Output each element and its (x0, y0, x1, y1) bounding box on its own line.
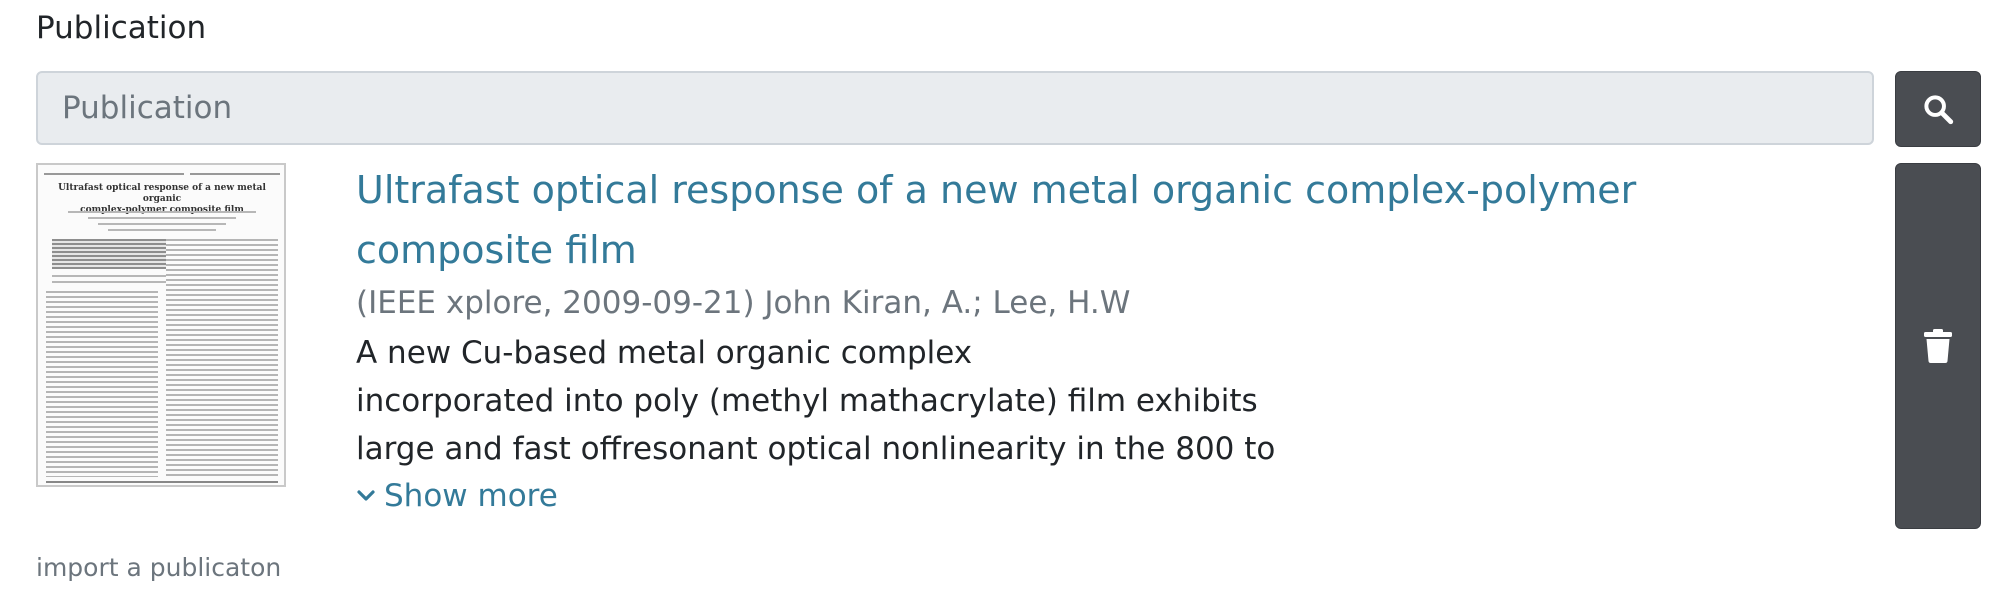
show-more-link[interactable]: Show more (356, 478, 558, 514)
abstract-line: large and fast offresonant optical nonli… (356, 431, 1276, 467)
publication-abstract: A new Cu-based metal organic complex inc… (356, 329, 1506, 473)
search-icon (1924, 95, 1954, 125)
publication-search-input[interactable] (36, 71, 1874, 145)
publication-thumbnail: Ultrafast optical response of a new meta… (36, 163, 286, 487)
show-more-label: Show more (384, 478, 558, 514)
publication-meta: (IEEE xplore, 2009-09-21) John Kiran, A.… (356, 285, 1131, 321)
abstract-line: incorporated into poly (methyl mathacryl… (356, 383, 1258, 419)
field-label: Publication (36, 10, 207, 46)
delete-publication-button[interactable] (1895, 163, 1981, 529)
publication-title-link[interactable]: Ultrafast optical response of a new meta… (356, 160, 1776, 280)
abstract-line: A new Cu-based metal organic complex (356, 335, 973, 371)
chevron-down-icon (357, 490, 375, 501)
help-text: import a publicaton (36, 553, 282, 582)
trash-icon (1924, 329, 1952, 363)
search-button[interactable] (1895, 71, 1981, 147)
